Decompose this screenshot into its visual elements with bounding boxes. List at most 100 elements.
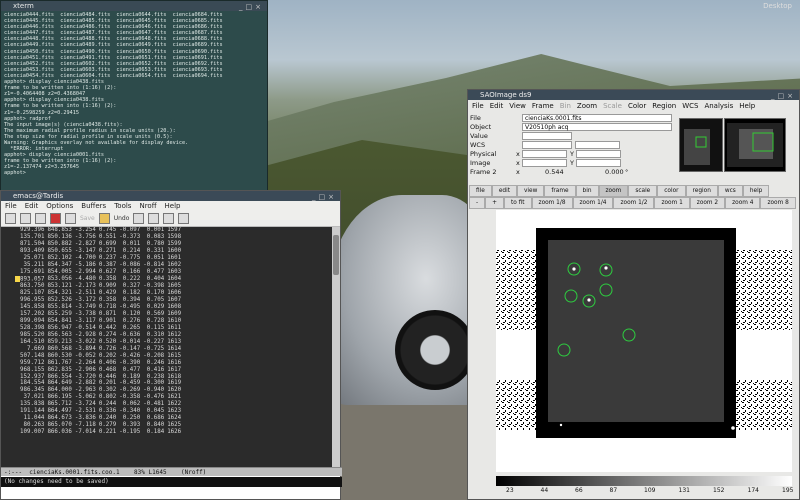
ds9-menu-wcs[interactable]: WCS [682,100,698,112]
table-cell: -0.086 [119,261,141,268]
open-directory-icon[interactable] [35,213,46,224]
zoom-zoom-2-button[interactable]: zoom 2 [689,197,726,209]
xterm-terminal-output[interactable]: ciencia0444.fits ciencia0484.fits cienci… [1,11,267,178]
zoom-zoom-4-button[interactable]: zoom 4 [725,197,761,209]
zoom-zoom-1-button[interactable]: zoom 1 [654,197,690,209]
ds9-menu-view[interactable]: View [509,100,526,112]
table-cell: 0.446 [98,373,117,380]
ds9-menu-frame[interactable]: Frame [532,100,554,112]
close-buffer-icon[interactable] [50,213,61,224]
scrollbar-thumb[interactable] [333,235,339,275]
ds9-menu-help[interactable]: Help [739,100,755,112]
ds9-file-button[interactable]: file [469,185,492,197]
save-button[interactable]: Save [80,215,95,222]
table-cell: 0.045 [146,408,165,415]
ds9-menu-analysis[interactable]: Analysis [704,100,733,112]
search-icon[interactable] [178,213,190,224]
info-object-field: V20510ph acq [522,123,672,131]
ds9-menu-file[interactable]: File [472,100,484,112]
new-file-icon[interactable] [5,213,16,224]
ds9-color-button[interactable]: color [657,185,686,197]
paste-icon[interactable] [163,213,175,224]
copy-icon[interactable] [148,213,160,224]
ds9-window[interactable]: SAOImage ds9 _□× File Edit View Frame Bi… [467,89,800,500]
table-cell: 0.265 [122,324,141,331]
table-cell: 866.195 [47,394,72,401]
zoom-to-fit-button[interactable]: to fit [503,197,532,209]
ds9-menu-scale[interactable]: Scale [603,100,622,112]
window-controls-icon[interactable]: _□× [771,91,796,101]
table-cell: 0.240 [98,415,117,422]
table-cell: 0.468 [98,366,117,373]
zoom-zoom-1-2-button[interactable]: zoom 1/2 [613,197,655,209]
xterm-titlebar[interactable]: xterm _□× [1,1,267,11]
table-cell: 0.279 [98,422,117,429]
ds9-scale-button[interactable]: scale [628,185,658,197]
zoom--button[interactable]: + [485,197,504,209]
save-icon[interactable] [65,213,76,224]
menu-edit[interactable]: Edit [25,201,39,211]
window-controls-icon[interactable]: _□× [312,192,337,202]
ds9-menu-region[interactable]: Region [652,100,676,112]
table-cell: 0.201 [98,380,117,387]
table-cell: -2.511 [74,290,96,297]
table-cell: 1606 [167,290,182,297]
ds9-zoom-button[interactable]: zoom [598,185,629,197]
table-cell: 0.358 [98,275,117,282]
table-cell: 0.331 [146,247,165,254]
panner-panel[interactable] [724,118,786,172]
ds9-colorbar[interactable] [496,476,792,486]
desktop-button[interactable]: Desktop [763,2,792,10]
emacs-minibuffer[interactable]: (No changes need to be saved) [1,477,342,487]
ds9-menu-color[interactable]: Color [628,100,646,112]
ds9-image-canvas[interactable] [496,210,792,472]
table-cell: 0.271 [98,247,117,254]
zoom-zoom-1-4-button[interactable]: zoom 1/4 [572,197,614,209]
cut-icon[interactable] [133,213,145,224]
table-row: 7.669 860.568 -3.894 0.726 -0.147 -0.725 1614 [1,346,184,353]
ds9-menu-zoom[interactable]: Zoom [577,100,597,112]
ds9-help-button[interactable]: help [742,185,770,197]
emacs-buffer[interactable]: 929.396 848.853 -3.254 0.745 -0.097 0.001 1597… [1,227,334,467]
table-cell: 0.686 [146,415,165,422]
window-controls-icon[interactable]: _□× [239,2,264,12]
table-cell: 1620 [167,387,182,394]
menu-buffers[interactable]: Buffers [81,201,106,211]
info-physical-y-label: Y [570,150,574,158]
table-cell: 0.551 [98,233,117,240]
zoom--button[interactable]: - [469,197,486,209]
undo-icon[interactable] [98,213,110,224]
ds9-menu-bin[interactable]: Bin [560,100,571,112]
table-cell: 996.955 [20,297,45,304]
ds9-bin-button[interactable]: bin [575,185,599,197]
zoom-zoom-1-8-button[interactable]: zoom 1/8 [531,197,573,209]
table-cell: 1619 [167,380,182,387]
emacs-window[interactable]: emacs@Tardis _□× File Edit Options Buffe… [0,190,342,500]
zoom-zoom-8-button[interactable]: zoom 8 [760,197,796,209]
emacs-titlebar[interactable]: emacs@Tardis _□× [1,191,340,201]
ds9-menu-edit[interactable]: Edit [490,100,504,112]
table-cell: 0.170 [146,290,165,297]
table-cell: -0.636 [119,331,141,338]
ds9-frame-button[interactable]: frame [544,185,576,197]
table-cell: 0.909 [98,283,117,290]
xterm-window[interactable]: xterm _□× ciencia0444.fits ciencia0484.f… [0,0,268,192]
table-cell: 0.901 [98,317,117,324]
ds9-titlebar[interactable]: SAOImage ds9 _□× [468,90,799,100]
menu-file[interactable]: File [5,201,17,211]
info-file-field: cienciaKs.0001.fits [522,114,672,122]
menu-tools[interactable]: Tools [114,201,131,211]
table-row: 175.691 854.005 -2.994 0.627 0.166 0.477 1603 [1,269,184,276]
ds9-wcs-button[interactable]: wcs [717,185,743,197]
ds9-edit-button[interactable]: edit [491,185,517,197]
table-cell: -4.480 [74,275,96,282]
menu-help[interactable]: Help [165,201,181,211]
ds9-region-button[interactable]: region [685,185,718,197]
menu-nroff[interactable]: Nroff [139,201,156,211]
menu-options[interactable]: Options [46,201,73,211]
undo-button[interactable]: Undo [114,215,130,222]
open-file-icon[interactable] [20,213,31,224]
emacs-scrollbar[interactable] [332,227,340,467]
info-image-y-label: Y [570,159,574,167]
ds9-view-button[interactable]: view [516,185,545,197]
